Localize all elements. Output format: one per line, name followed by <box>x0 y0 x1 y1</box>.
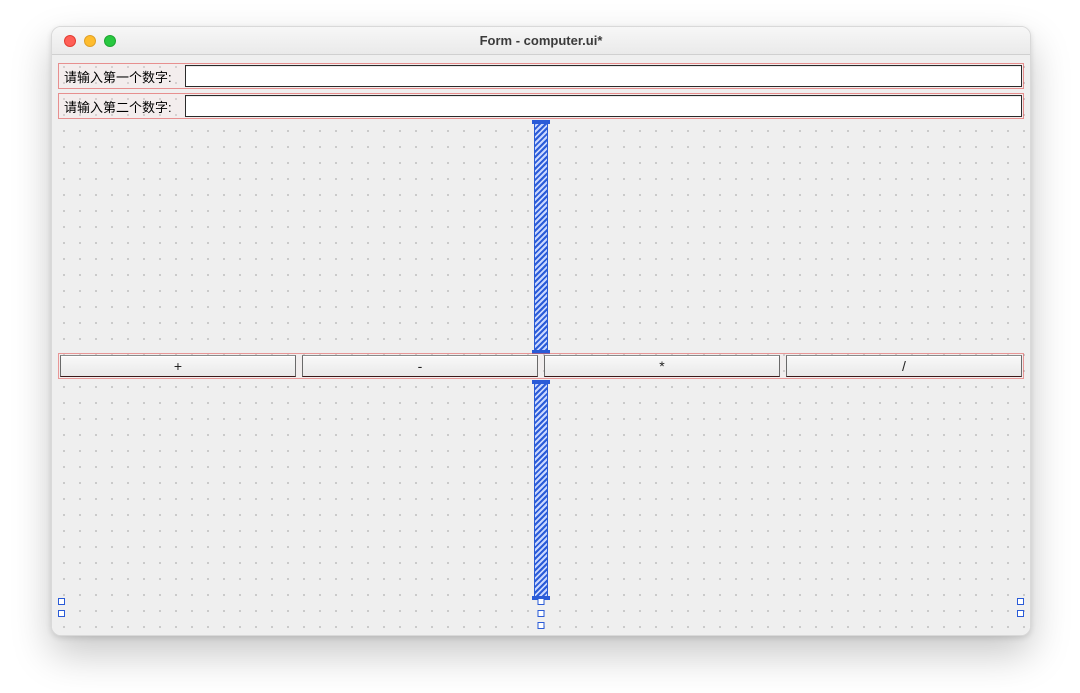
vertical-spacer-top[interactable] <box>534 121 548 353</box>
zoom-icon[interactable] <box>104 35 116 47</box>
minimize-icon[interactable] <box>84 35 96 47</box>
divide-button-label: / <box>902 358 906 374</box>
close-icon[interactable] <box>64 35 76 47</box>
operator-button-row[interactable]: + - * / <box>58 353 1024 379</box>
first-number-input[interactable] <box>185 65 1022 87</box>
vertical-spacer-bottom[interactable] <box>534 381 548 599</box>
titlebar[interactable]: Form - computer.ui* <box>52 27 1030 55</box>
divide-button[interactable]: / <box>786 355 1022 377</box>
field-row-first-number[interactable]: 请输入第一个数字: <box>58 63 1024 89</box>
subtract-button-label: - <box>418 358 423 374</box>
multiply-button[interactable]: * <box>544 355 780 377</box>
selection-handle-icon[interactable] <box>538 598 545 605</box>
designer-canvas[interactable]: 请输入第一个数字: 请输入第二个数字: + - * / <box>52 55 1030 635</box>
selection-handle-icon[interactable] <box>1017 598 1024 605</box>
selection-handle-icon[interactable] <box>538 622 545 629</box>
traffic-lights <box>64 35 116 47</box>
add-button-label: + <box>174 358 182 374</box>
first-number-label: 请输入第一个数字: <box>59 64 183 88</box>
subtract-button[interactable]: - <box>302 355 538 377</box>
multiply-button-label: * <box>659 358 664 374</box>
selection-handle-icon[interactable] <box>1017 610 1024 617</box>
second-number-input[interactable] <box>185 95 1022 117</box>
selection-handle-icon[interactable] <box>538 610 545 617</box>
window-title: Form - computer.ui* <box>52 33 1030 48</box>
add-button[interactable]: + <box>60 355 296 377</box>
window-frame: Form - computer.ui* 请输入第一个数字: 请输入第二个数字: … <box>51 26 1031 636</box>
field-row-second-number[interactable]: 请输入第二个数字: <box>58 93 1024 119</box>
selection-handle-icon[interactable] <box>58 598 65 605</box>
second-number-label: 请输入第二个数字: <box>59 94 183 118</box>
selection-handle-icon[interactable] <box>58 610 65 617</box>
